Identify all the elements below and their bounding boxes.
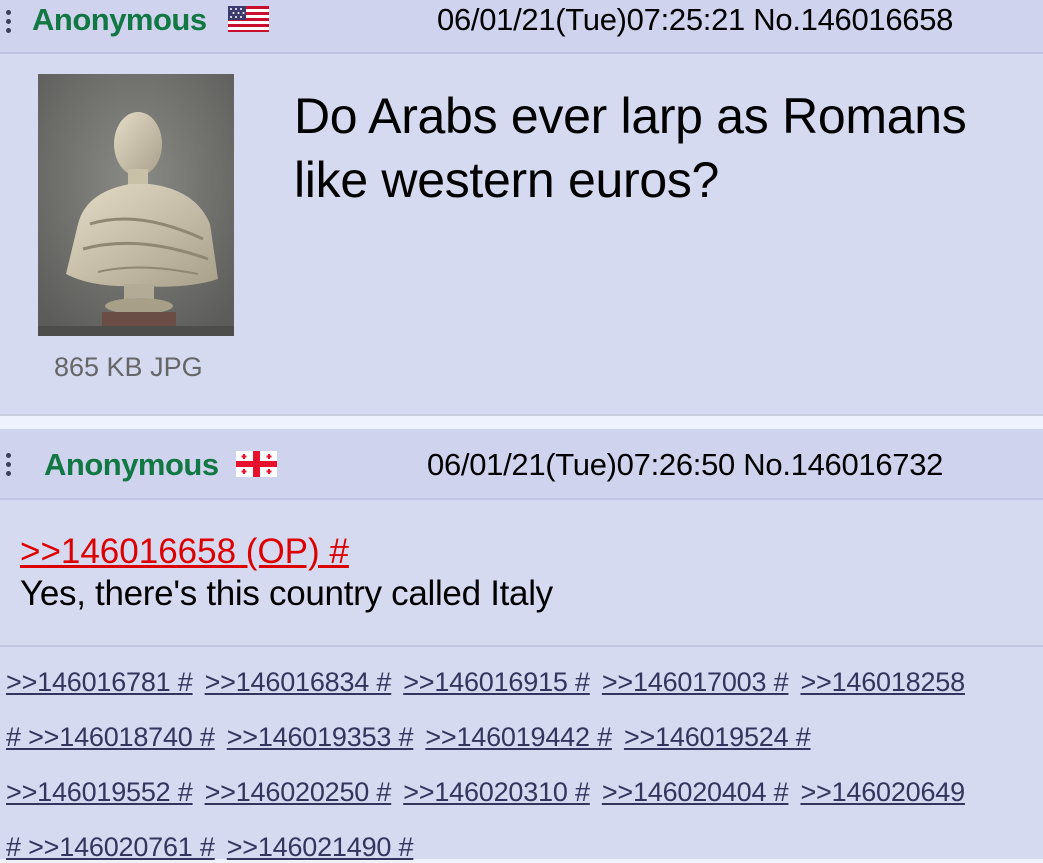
backlink[interactable]: # >>146020761 # (6, 832, 215, 862)
backlinks-row: # >>146020761 # >>146021490 # (6, 832, 425, 863)
backlink[interactable]: >>146019552 # (6, 777, 193, 807)
post-datetime-number[interactable]: 06/01/21(Tue)07:26:50 No.146016732 (427, 447, 943, 483)
post-number[interactable]: No.146016658 (753, 2, 953, 37)
backlinks-row: # >>146018740 # >>146019353 # >>146019442 … (6, 722, 823, 753)
op-post-header: Anonymous 06/01/21(Tue)07:25:21 No.14601… (0, 0, 1043, 54)
post-image-thumbnail[interactable] (38, 74, 234, 336)
backlink[interactable]: >>146020250 # (205, 777, 392, 807)
backlinks-row: >>146019552 # >>146020250 # >>146020310 # >… (6, 777, 977, 808)
poster-name[interactable]: Anonymous (44, 447, 219, 483)
backlink[interactable]: >>146019524 # (624, 722, 811, 752)
post-message: Yes, there's this country called Italy (20, 574, 553, 613)
post-subject: Do Arabs ever larp as Romans like wester… (294, 88, 967, 208)
backlink[interactable]: >>146020649 (800, 777, 965, 807)
post-datetime-number[interactable]: 06/01/21(Tue)07:25:21 No.146016658 (437, 2, 953, 38)
backlink[interactable]: >>146016915 # (403, 667, 590, 697)
backlink[interactable]: # >>146018740 # (6, 722, 215, 752)
bust-image (38, 74, 234, 336)
backlink[interactable]: >>146019442 # (425, 722, 612, 752)
backlink[interactable]: >>146020310 # (403, 777, 590, 807)
post-number[interactable]: No.146016732 (743, 447, 943, 482)
post-datetime: 06/01/21(Tue)07:25:21 (437, 2, 745, 37)
quote-link-op[interactable]: >>146016658 (OP) # (20, 532, 349, 572)
us-flag-icon (228, 6, 269, 32)
backlink[interactable]: >>146017003 # (602, 667, 789, 697)
poster-name[interactable]: Anonymous (32, 2, 207, 38)
backlink[interactable]: >>146018258 (800, 667, 965, 697)
file-info: 865 KB JPG (54, 352, 203, 382)
post-divider (0, 414, 1043, 429)
backlink[interactable]: >>146021490 # (227, 832, 414, 862)
backlink[interactable]: >>146019353 # (227, 722, 414, 752)
backlink[interactable]: >>146020404 # (602, 777, 789, 807)
post-menu-icon[interactable] (6, 453, 12, 476)
post-datetime: 06/01/21(Tue)07:26:50 (427, 447, 735, 482)
backlink[interactable]: >>146016781 # (6, 667, 193, 697)
backlinks-row: >>146016781 # >>146016834 # >>146016915 # >… (6, 667, 977, 698)
op-post: Anonymous 06/01/21(Tue)07:25:21 No.14601… (0, 0, 1043, 414)
reply-post-header: Anonymous 06/01/21(Tue)07:26:50 No.14601… (0, 429, 1043, 500)
backlinks: >>146016781 # >>146016834 # >>146016915 # >… (0, 645, 1043, 862)
backlink[interactable]: >>146016834 # (205, 667, 392, 697)
georgia-flag-icon (236, 451, 277, 477)
post-menu-icon[interactable] (6, 10, 12, 33)
